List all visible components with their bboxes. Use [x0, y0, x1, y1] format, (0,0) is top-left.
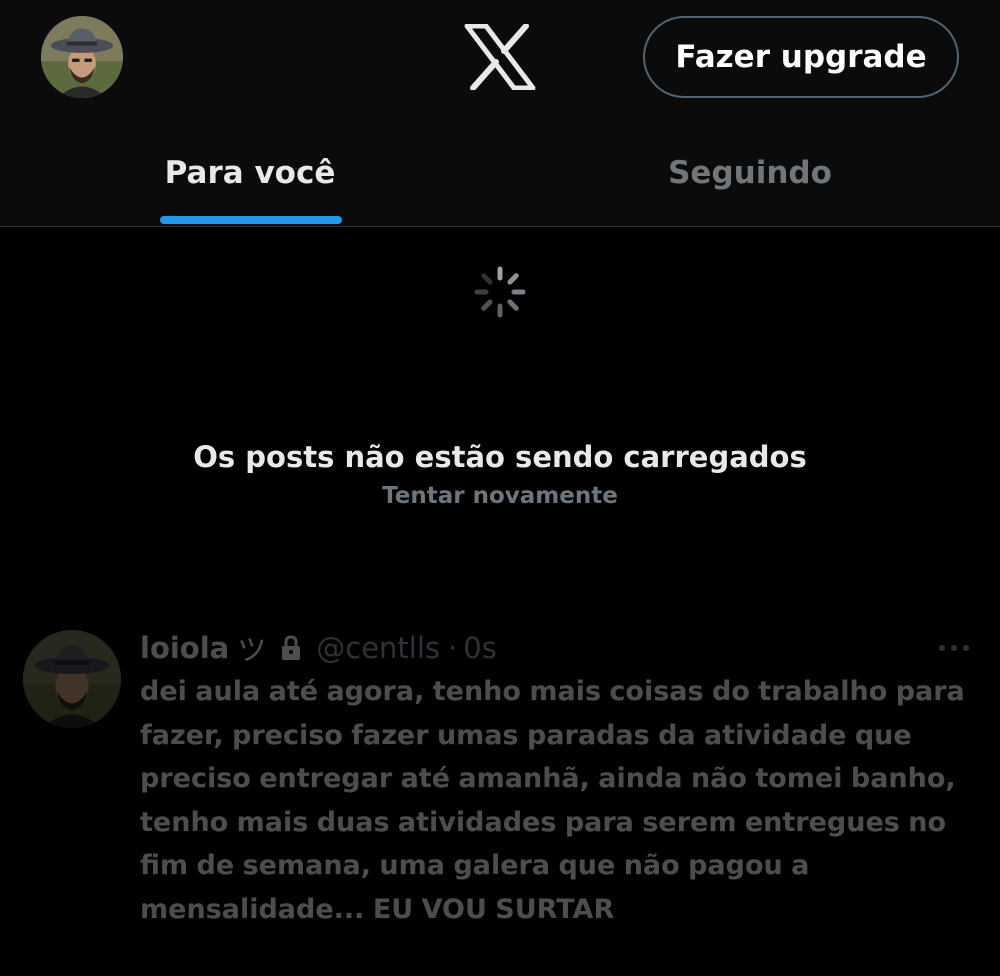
more-options-icon[interactable] — [930, 628, 978, 668]
timeline-tabs: Para você Seguindo — [0, 120, 1000, 227]
active-tab-indicator — [160, 216, 342, 224]
x-logo-icon[interactable] — [464, 24, 536, 90]
post-author-name-suffix: ツ — [237, 633, 267, 667]
post-timestamp[interactable]: 0s — [463, 631, 497, 665]
app-root: Fazer upgrade Para você Seguindo Os post… — [0, 0, 1000, 976]
loading-spinner-icon — [474, 266, 526, 318]
error-message: Os posts não estão sendo carregados — [193, 440, 807, 474]
tab-for-you[interactable]: Para você — [0, 120, 500, 226]
post-header: loiola ツ @centlls · 0s — [140, 628, 497, 668]
upgrade-button[interactable]: Fazer upgrade — [643, 16, 959, 98]
lock-icon — [282, 635, 301, 660]
post-author-handle[interactable]: @centlls — [316, 631, 440, 665]
post-author-avatar[interactable] — [23, 630, 121, 728]
avatar-image — [41, 16, 123, 98]
post-item[interactable]: loiola ツ @centlls · 0s dei aula até agor… — [0, 620, 1000, 976]
post-separator: · — [448, 631, 458, 665]
avatar-image — [23, 630, 121, 728]
tab-following[interactable]: Seguindo — [500, 120, 1000, 226]
post-body-text: dei aula até agora, tenho mais coisas do… — [140, 676, 965, 925]
retry-button[interactable]: Tentar novamente — [0, 483, 1000, 509]
top-header: Fazer upgrade — [0, 0, 1000, 120]
post-author-name[interactable]: loiola — [140, 631, 229, 665]
profile-avatar[interactable] — [41, 16, 123, 98]
